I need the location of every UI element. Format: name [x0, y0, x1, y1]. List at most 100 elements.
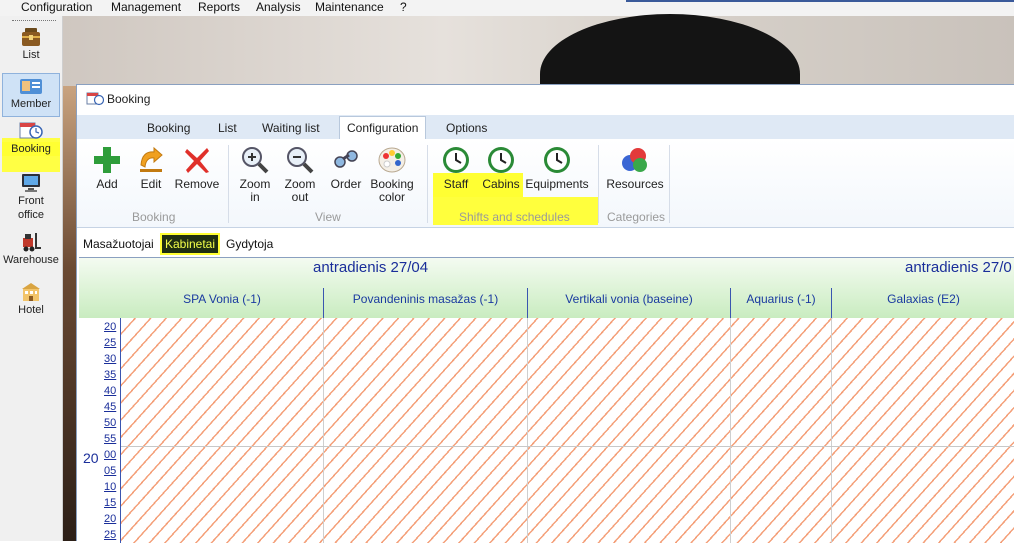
sidebar-item-label: Member	[10, 98, 52, 110]
group-label-categories: Categories	[607, 210, 666, 224]
zoom-in-label-2: in	[250, 190, 260, 204]
member-card-icon	[20, 79, 42, 94]
minute-label[interactable]: 55	[104, 434, 116, 445]
resource-subtabs: Masažuotojai Kabinetai Gydytoja	[77, 229, 1014, 257]
window-booking-icon	[86, 92, 104, 106]
staff-button[interactable]: Staff	[437, 143, 475, 190]
equipments-button[interactable]: Equipments	[523, 143, 591, 190]
minute-label[interactable]: 15	[104, 498, 116, 509]
calendar-header: antradienis 27/04 antradienis 27/0 SPA V…	[79, 258, 1014, 319]
monitor-icon	[22, 174, 40, 192]
minute-label[interactable]: 00	[104, 450, 116, 461]
group-label-booking: Booking	[132, 210, 176, 224]
resources-label: Resources	[606, 177, 664, 191]
zoom-in-button[interactable]: Zoom in	[237, 143, 273, 203]
minute-label[interactable]: 20	[104, 322, 116, 333]
booking-calendar: antradienis 27/04 antradienis 27/0 SPA V…	[79, 257, 1014, 543]
hotel-icon	[22, 283, 40, 301]
resources-button[interactable]: Resources	[605, 143, 665, 190]
red-x-icon	[185, 148, 209, 173]
sidebar-item-warehouse[interactable]: Warehouse	[2, 231, 60, 267]
sidebar-item-hotel[interactable]: Hotel	[2, 281, 60, 317]
sidebar-item-label: List	[22, 49, 40, 61]
grid-hour-line	[121, 446, 1014, 447]
menu-management[interactable]: Management	[111, 0, 181, 14]
sidebar-item-member[interactable]: Member	[2, 73, 60, 117]
menu-analysis[interactable]: Analysis	[256, 0, 301, 14]
remove-label: Remove	[174, 177, 220, 191]
briefcase-icon	[22, 28, 40, 46]
group-label-view: View	[315, 210, 341, 224]
subtab-masazuotojai[interactable]: Masažuotojai	[83, 237, 154, 251]
edit-label: Edit	[140, 177, 162, 191]
zoom-out-button[interactable]: Zoom out	[282, 143, 318, 203]
cabins-label: Cabins	[482, 177, 520, 191]
tab-options[interactable]: Options	[446, 119, 487, 137]
grid-column-line	[323, 318, 324, 543]
remove-button[interactable]: Remove	[174, 143, 220, 190]
ribbon-tab-row: Booking List Waiting list Configuration …	[77, 115, 1014, 139]
minute-label[interactable]: 35	[104, 370, 116, 381]
sidebar-item-list[interactable]: List	[2, 26, 60, 62]
background-photo-edge	[63, 86, 76, 541]
zoom-out-label-1: Zoom	[284, 177, 316, 191]
menu-configuration[interactable]: Configuration	[21, 0, 92, 14]
menu-help[interactable]: ?	[400, 0, 407, 14]
clock-icon	[488, 147, 514, 173]
subtab-gydytoja[interactable]: Gydytoja	[226, 237, 273, 251]
tab-booking[interactable]: Booking	[147, 119, 190, 137]
sidebar-item-booking[interactable]: Booking	[2, 120, 60, 156]
tab-configuration[interactable]: Configuration	[339, 116, 427, 139]
order-button[interactable]: Order	[328, 143, 364, 190]
resources-spheres-icon	[622, 148, 647, 172]
group-label-shifts: Shifts and schedules	[459, 210, 570, 224]
clock-icon	[544, 147, 570, 173]
ribbon: Add Edit Remove Booking Zoom in Zoom out…	[77, 139, 1014, 228]
cabins-button[interactable]: Cabins	[480, 143, 522, 190]
minute-label[interactable]: 40	[104, 386, 116, 397]
booking-color-label-2: color	[378, 190, 405, 204]
window-titlebar: Booking	[77, 85, 1014, 113]
grid-column-line	[831, 318, 832, 543]
time-column: 20 25 30 35 40 45 50 55 20 00 05 10 15 2…	[79, 318, 121, 543]
edit-button[interactable]: Edit	[135, 143, 167, 190]
column-header-povandeninis[interactable]: Povandeninis masažas (-1)	[323, 288, 527, 318]
minute-label[interactable]: 50	[104, 418, 116, 429]
minute-label[interactable]: 45	[104, 402, 116, 413]
minute-label[interactable]: 10	[104, 482, 116, 493]
binoculars-icon	[334, 150, 358, 168]
minute-label[interactable]: 20	[104, 514, 116, 525]
minute-label[interactable]: 25	[104, 530, 116, 541]
window-title: Booking	[107, 92, 151, 106]
subtab-kabinetai[interactable]: Kabinetai	[160, 233, 220, 255]
tab-waiting-list[interactable]: Waiting list	[262, 119, 320, 137]
staff-label: Staff	[443, 177, 469, 191]
add-button[interactable]: Add	[91, 143, 123, 190]
schedule-grid[interactable]	[121, 318, 1014, 543]
menu-maintenance[interactable]: Maintenance	[315, 0, 384, 14]
sidebar-item-front-office[interactable]: Front office	[2, 172, 60, 222]
minute-label[interactable]: 25	[104, 338, 116, 349]
column-header-aquarius[interactable]: Aquarius (-1)	[730, 288, 831, 318]
date-header-right: antradienis 27/0	[905, 259, 1012, 276]
column-header-galaxias[interactable]: Galaxias (E2)	[831, 288, 1014, 318]
booking-color-button[interactable]: Booking color	[367, 143, 417, 203]
sidebar-item-label: Hotel	[18, 304, 44, 316]
ribbon-separator	[228, 145, 229, 223]
color-palette-icon	[378, 147, 406, 173]
column-header-spa-vonia[interactable]: SPA Vonia (-1)	[121, 288, 323, 318]
tab-list[interactable]: List	[218, 119, 237, 137]
grid-column-line	[730, 318, 731, 543]
app-sidebar: List Member Booking Front office Warehou…	[0, 16, 63, 541]
booking-window: Booking Booking List Waiting list Config…	[76, 84, 1014, 543]
minute-label[interactable]: 05	[104, 466, 116, 477]
sidebar-item-label: Booking	[2, 142, 60, 156]
menu-reports[interactable]: Reports	[198, 0, 240, 14]
equipments-label: Equipments	[525, 177, 589, 191]
booking-icon	[19, 122, 43, 139]
zoom-out-label-2: out	[291, 190, 309, 204]
background-photo	[63, 16, 1014, 86]
minute-label[interactable]: 30	[104, 354, 116, 365]
forklift-icon	[23, 233, 41, 252]
column-header-vertikali[interactable]: Vertikali vonia (baseine)	[527, 288, 730, 318]
